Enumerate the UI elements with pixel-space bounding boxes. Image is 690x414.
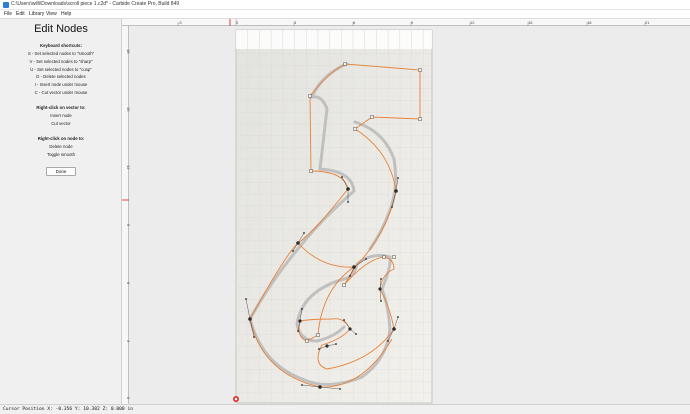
ruler-label-top: 21: [645, 20, 650, 25]
ruler-label-top: 12: [470, 20, 475, 25]
node-sharp[interactable]: [305, 339, 309, 343]
canvas-grid: [236, 30, 432, 403]
node-sharp[interactable]: [418, 117, 422, 121]
app-icon: [3, 2, 9, 8]
ruler-label-top: 18: [587, 20, 592, 25]
shortcut-cusp: U - Set selected nodes to "cusp": [30, 67, 92, 72]
node-action-toggle: Toggle smooth: [47, 152, 75, 157]
title-bar: C:\Users\willi\Downloads\scroll piece 1.…: [0, 0, 690, 10]
ruler-label-top: 0: [236, 20, 239, 25]
shortcut-sharp: V - Set selected nodes to "sharp": [29, 59, 93, 64]
node-smooth[interactable]: [394, 189, 398, 193]
node-smooth[interactable]: [392, 327, 396, 331]
node-action-delete: Delete node: [49, 144, 73, 149]
design-canvas[interactable]: -3 0 3 6 9 12 15 18 21 18 15 12 9 6 3 0: [122, 19, 690, 404]
node-smooth[interactable]: [318, 385, 322, 389]
ruler-label-top: 6: [353, 20, 356, 25]
node-sharp[interactable]: [308, 94, 312, 98]
node-smooth[interactable]: [378, 287, 382, 291]
node-sharp[interactable]: [309, 169, 313, 173]
panel-heading: Edit Nodes: [34, 23, 88, 35]
edit-nodes-panel: Edit Nodes Keyboard shortcuts: S - Set s…: [0, 19, 122, 404]
canvas-svg: -3 0 3 6 9 12 15 18 21 18 15 12 9 6 3 0: [122, 19, 650, 404]
node-smooth[interactable]: [352, 265, 356, 269]
menu-file[interactable]: File: [4, 11, 12, 17]
origin-marker-center: [234, 397, 238, 401]
menu-library[interactable]: Library: [29, 11, 44, 17]
ruler-label-top: 15: [528, 20, 533, 25]
menu-edit[interactable]: Edit: [16, 11, 25, 17]
node-sharp[interactable]: [392, 255, 396, 259]
shortcut-smooth: S - Set selected nodes to "smooth": [27, 51, 95, 56]
node-sharp[interactable]: [342, 283, 346, 287]
node-smooth[interactable]: [298, 319, 302, 323]
node-sharp[interactable]: [382, 255, 386, 259]
ruler-label-top: 3: [294, 20, 297, 25]
node-sharp[interactable]: [343, 62, 347, 66]
node-actions-title: Right-click on node to:: [37, 136, 85, 141]
node-sharp[interactable]: [418, 68, 422, 72]
ruler-label-left: 12: [126, 165, 131, 170]
node-smooth[interactable]: [348, 327, 352, 331]
vector-action-insert: Insert node: [50, 113, 72, 118]
node-smooth[interactable]: [346, 187, 350, 191]
shortcut-insert: I - Insert node under mouse: [34, 82, 88, 87]
shortcut-delete: D - Delete selected nodes: [36, 74, 86, 79]
ruler-label-left: 0: [126, 397, 131, 400]
ruler-label-left: 18: [126, 49, 131, 54]
stock-top-margin: [236, 30, 432, 49]
shortcut-cut: C - Cut vector under mouse: [34, 90, 88, 95]
shortcuts-title: Keyboard shortcuts:: [39, 43, 83, 48]
node-smooth[interactable]: [296, 241, 300, 245]
ruler-label-left: 6: [126, 282, 131, 285]
ruler-label-left: 9: [126, 224, 131, 227]
done-button[interactable]: Done: [46, 167, 76, 176]
node-sharp[interactable]: [316, 333, 320, 337]
window-title: C:\Users\willi\Downloads\scroll piece 1.…: [11, 1, 180, 7]
menu-bar: File Edit Library View Help: [0, 10, 690, 19]
ruler-label-left: 3: [126, 340, 131, 343]
ruler-label-left: 15: [126, 107, 131, 112]
node-sharp[interactable]: [353, 127, 357, 131]
node-smooth[interactable]: [325, 344, 329, 348]
ruler-label-top: -3: [178, 20, 182, 25]
cursor-position: Cursor Position X: -0.356 Y: 10.382 Z: 0…: [3, 407, 133, 412]
ruler-label-top: 9: [411, 20, 414, 25]
menu-help[interactable]: Help: [61, 11, 71, 17]
status-bar: Cursor Position X: -0.356 Y: 10.382 Z: 0…: [0, 404, 690, 414]
node-sharp[interactable]: [370, 115, 374, 119]
menu-view[interactable]: View: [46, 11, 57, 17]
app-window: C:\Users\willi\Downloads\scroll piece 1.…: [0, 0, 690, 414]
vector-action-cut: Cut vector: [51, 121, 71, 126]
vector-actions-title: Right-click on vector to:: [36, 105, 86, 110]
node-smooth[interactable]: [248, 317, 252, 321]
